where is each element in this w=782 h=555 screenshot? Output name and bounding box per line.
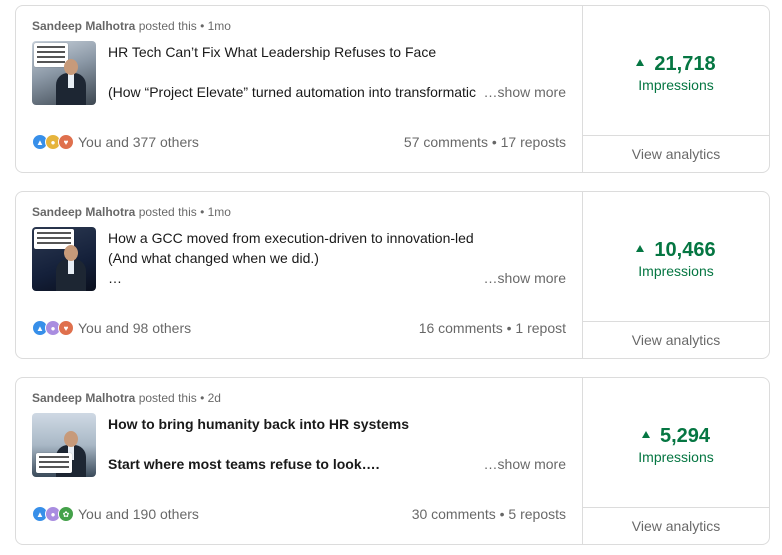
celebrate-icon: ✿	[58, 506, 74, 522]
comments-reposts-count[interactable]: 30 comments • 5 reposts	[412, 506, 566, 522]
comments-reposts-count[interactable]: 16 comments • 1 repost	[419, 320, 566, 336]
reactions-count[interactable]: You and 98 others	[78, 320, 191, 336]
post-thumbnail[interactable]	[32, 41, 96, 105]
reactions-summary[interactable]: ▲ ● ♥ You and 98 others	[32, 320, 191, 336]
posts-feed: Sandeep Malhotra posted this • 1mo HR Te…	[0, 0, 782, 555]
reactions-count[interactable]: You and 377 others	[78, 134, 199, 150]
reactions-summary[interactable]: ▲ ● ♥ You and 377 others	[32, 134, 199, 150]
impressions-metric: 21,718 Impressions	[583, 52, 769, 94]
view-analytics-button[interactable]: View analytics	[583, 135, 769, 172]
comments-reposts-count[interactable]: 57 comments • 17 reposts	[404, 134, 566, 150]
impressions-label: Impressions	[638, 77, 714, 93]
post-meta: posted this • 1mo	[138, 19, 231, 33]
post-content: Sandeep Malhotra posted this • 2d How to…	[16, 378, 582, 544]
view-analytics-button[interactable]: View analytics	[583, 321, 769, 358]
post-thumbnail[interactable]	[32, 413, 96, 477]
reactions-summary[interactable]: ▲ ● ✿ You and 190 others	[32, 506, 199, 522]
post-thumbnail[interactable]	[32, 227, 96, 291]
post-meta: posted this • 2d	[138, 391, 221, 405]
trend-up-icon	[636, 59, 645, 67]
love-icon: ♥	[58, 320, 74, 336]
thumbnail-document-icon	[36, 453, 72, 473]
post-title[interactable]: HR Tech Can’t Fix What Leadership Refuse…	[108, 42, 436, 62]
impressions-label: Impressions	[638, 263, 714, 279]
post-card: Sandeep Malhotra posted this • 2d How to…	[15, 377, 770, 545]
impressions-value: 21,718	[654, 53, 716, 75]
author-name[interactable]: Sandeep Malhotra	[32, 19, 135, 33]
post-content: Sandeep Malhotra posted this • 1mo HR Te…	[16, 6, 582, 172]
thumbnail-person-image	[56, 59, 86, 105]
post-card: Sandeep Malhotra posted this • 1mo HR Te…	[15, 5, 770, 173]
post-text-line[interactable]: (And what changed when we did.)	[108, 248, 319, 268]
show-more-link[interactable]: …show more	[484, 268, 566, 288]
impressions-value: 10,466	[654, 239, 716, 261]
analytics-panel: 10,466 Impressions View analytics	[582, 192, 769, 358]
post-byline: Sandeep Malhotra posted this • 1mo	[32, 205, 231, 219]
show-more-link[interactable]: …show more	[484, 454, 566, 474]
impressions-value: 5,294	[659, 425, 711, 447]
analytics-panel: 5,294 Impressions View analytics	[582, 378, 769, 544]
post-content: Sandeep Malhotra posted this • 1mo How a…	[16, 192, 582, 358]
impressions-label: Impressions	[638, 449, 714, 465]
post-text-line[interactable]: …	[108, 268, 122, 288]
post-byline: Sandeep Malhotra posted this • 1mo	[32, 19, 231, 33]
trend-up-icon	[636, 245, 645, 253]
love-icon: ♥	[58, 134, 74, 150]
trend-up-icon	[641, 431, 650, 439]
view-analytics-button[interactable]: View analytics	[583, 507, 769, 544]
post-title[interactable]: How a GCC moved from execution-driven to…	[108, 228, 474, 248]
post-title[interactable]: How to bring humanity back into HR syste…	[108, 414, 409, 434]
reactions-count[interactable]: You and 190 others	[78, 506, 199, 522]
impressions-metric: 10,466 Impressions	[583, 238, 769, 280]
post-card: Sandeep Malhotra posted this • 1mo How a…	[15, 191, 770, 359]
author-name[interactable]: Sandeep Malhotra	[32, 205, 135, 219]
author-name[interactable]: Sandeep Malhotra	[32, 391, 135, 405]
post-text-line[interactable]: (How “Project Elevate” turned automation…	[108, 82, 480, 102]
impressions-metric: 5,294 Impressions	[583, 424, 769, 466]
post-text-line[interactable]: Start where most teams refuse to look….	[108, 454, 380, 474]
show-more-link[interactable]: …show more	[484, 82, 566, 102]
post-byline: Sandeep Malhotra posted this • 2d	[32, 391, 221, 405]
post-meta: posted this • 1mo	[138, 205, 231, 219]
analytics-panel: 21,718 Impressions View analytics	[582, 6, 769, 172]
thumbnail-person-image	[56, 245, 86, 291]
